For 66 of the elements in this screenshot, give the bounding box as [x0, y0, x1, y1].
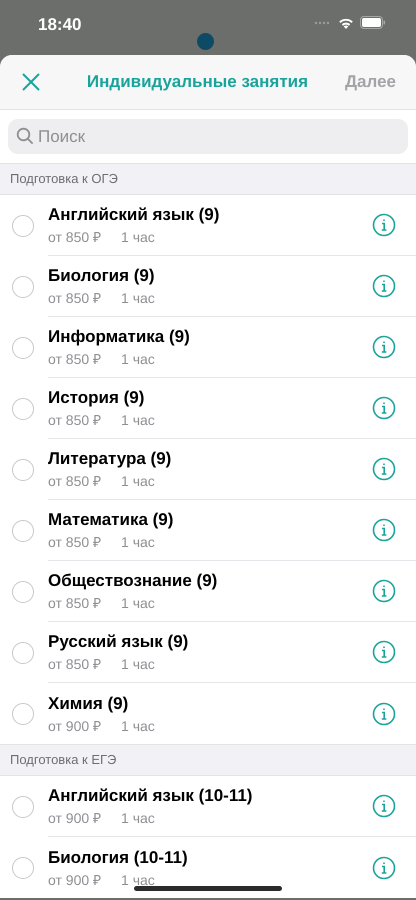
close-button[interactable] — [20, 71, 42, 93]
price-text: от 850 ₽ — [48, 533, 102, 551]
price-text: от 900 ₽ — [48, 716, 102, 734]
price-text: от 900 ₽ — [48, 809, 102, 827]
subject-name: Биология (9) — [48, 265, 156, 287]
duration-text: 1 час — [121, 655, 155, 673]
subject-name: Литература (9) — [48, 448, 172, 470]
subject-name: Английский язык (9) — [48, 204, 220, 226]
radio-button[interactable] — [12, 336, 34, 358]
radio-button[interactable] — [12, 580, 34, 602]
duration-text: 1 час — [121, 809, 155, 827]
price-text: от 850 ₽ — [48, 655, 102, 673]
subject-name: Русский язык (9) — [48, 631, 190, 653]
radio-button[interactable] — [12, 642, 34, 664]
duration-text: 1 час — [121, 228, 155, 246]
info-icon[interactable] — [372, 640, 396, 664]
duration-text: 1 час — [121, 594, 155, 612]
info-icon[interactable] — [372, 457, 396, 481]
screen-title: Индивидуальные занятия — [86, 71, 310, 94]
battery-icon — [360, 16, 386, 29]
radio-button[interactable] — [12, 214, 34, 236]
subject-name: Английский язык (10-11) — [48, 785, 254, 807]
price-text: от 850 ₽ — [48, 228, 102, 246]
wifi-icon — [338, 16, 354, 28]
price-text: от 850 ₽ — [48, 411, 102, 429]
radio-button[interactable] — [12, 458, 34, 480]
info-icon[interactable] — [372, 396, 396, 420]
search-icon — [16, 127, 34, 145]
duration-text: 1 час — [121, 533, 155, 551]
info-icon[interactable] — [372, 702, 396, 726]
radio-button[interactable] — [12, 520, 34, 542]
info-icon[interactable] — [372, 579, 396, 603]
price-text: от 850 ₽ — [48, 350, 102, 368]
status-time: 18:40 — [38, 14, 82, 36]
price-text: от 850 ₽ — [48, 472, 102, 490]
subject-name: Математика (9) — [48, 509, 174, 531]
info-icon[interactable] — [372, 213, 396, 237]
radio-button[interactable] — [12, 796, 34, 818]
info-icon[interactable] — [372, 856, 396, 880]
duration-text: 1 час — [121, 411, 155, 429]
info-icon[interactable] — [372, 794, 396, 818]
price-text: от 850 ₽ — [48, 594, 102, 612]
duration-text: 1 час — [121, 716, 155, 734]
subject-name: История (9) — [48, 387, 146, 409]
info-icon[interactable] — [372, 518, 396, 542]
subject-name: Информатика (9) — [48, 326, 191, 348]
section-title: Подготовка к ЕГЭ — [10, 751, 116, 770]
duration-text: 1 час — [121, 350, 155, 368]
info-icon[interactable] — [372, 274, 396, 298]
info-icon[interactable] — [372, 335, 396, 359]
price-text: от 850 ₽ — [48, 289, 102, 307]
subject-name: Биология (10-11) — [48, 846, 189, 868]
radio-button[interactable] — [12, 276, 34, 298]
radio-button[interactable] — [12, 856, 34, 878]
duration-text: 1 час — [121, 289, 155, 307]
radio-button[interactable] — [12, 702, 34, 724]
search-field[interactable]: Поиск — [8, 119, 408, 154]
subject-name: Обществознание (9) — [48, 570, 218, 592]
radio-button[interactable] — [12, 398, 34, 420]
duration-text: 1 час — [121, 472, 155, 490]
close-icon — [21, 72, 41, 92]
price-text: от 900 ₽ — [48, 870, 102, 888]
section-title: Подготовка к ОГЭ — [10, 170, 118, 188]
subject-name: Химия (9) — [48, 692, 130, 714]
duration-text: 1 час — [121, 870, 155, 888]
signal-icon — [314, 20, 332, 24]
